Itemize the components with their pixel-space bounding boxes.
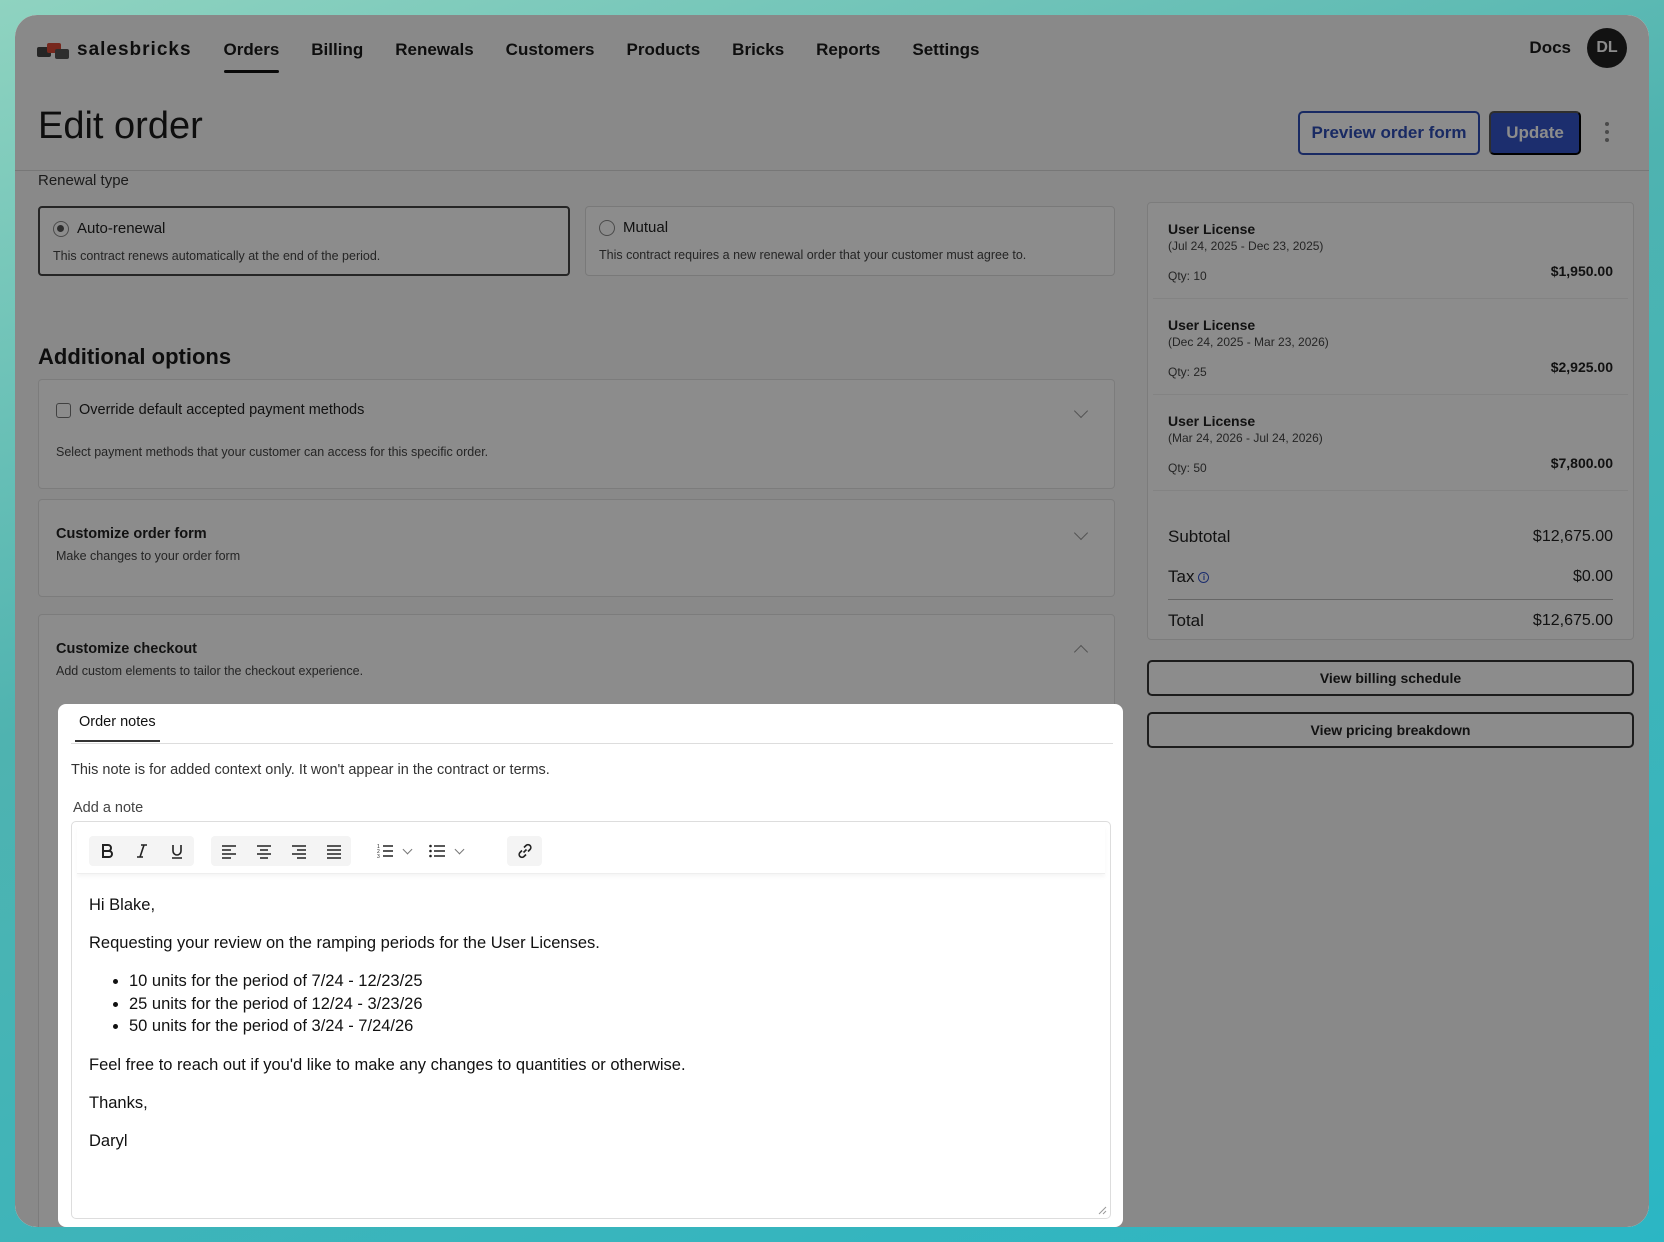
ordered-list-icon[interactable]: 123	[367, 836, 402, 866]
align-right-icon[interactable]	[281, 836, 316, 866]
note-content[interactable]: Hi Blake, Requesting your review on the …	[89, 894, 1090, 1168]
rich-text-editor[interactable]: 123 Hi Blake, Requesting your review on …	[71, 821, 1111, 1219]
tab-order-notes[interactable]: Order notes	[75, 714, 160, 742]
list-item: 10 units for the period of 7/24 - 12/23/…	[129, 970, 1090, 993]
italic-icon[interactable]	[124, 836, 159, 866]
align-justify-icon[interactable]	[316, 836, 351, 866]
align-group	[211, 836, 351, 866]
note-request: Requesting your review on the ramping pe…	[89, 934, 600, 952]
bullet-list-dropdown[interactable]	[419, 836, 465, 866]
add-note-label: Add a note	[73, 800, 144, 816]
chevron-down-icon[interactable]	[402, 844, 413, 854]
resize-handle-icon[interactable]	[1098, 1206, 1107, 1215]
app-window: salesbricks Orders Billing Renewals Cust…	[15, 15, 1649, 1227]
list-item: 25 units for the period of 12/24 - 3/23/…	[129, 993, 1090, 1016]
bold-icon[interactable]	[89, 836, 124, 866]
note-greeting: Hi Blake,	[89, 896, 156, 914]
svg-text:3: 3	[377, 854, 380, 860]
editor-toolbar: 123	[77, 826, 1105, 874]
tab-divider	[71, 743, 1113, 744]
note-followup: Feel free to reach out if you'd like to …	[89, 1055, 686, 1074]
app-background: salesbricks Orders Billing Renewals Cust…	[15, 15, 1649, 1227]
list-item: 50 units for the period of 3/24 - 7/24/2…	[129, 1015, 1090, 1038]
note-bullet-list: 10 units for the period of 7/24 - 12/23/…	[129, 970, 1090, 1038]
note-signature: Daryl	[89, 1131, 128, 1150]
note-thanks: Thanks,	[89, 1093, 148, 1112]
notes-info-text: This note is for added context only. It …	[71, 762, 550, 778]
bullet-list-icon[interactable]	[419, 836, 454, 866]
ordered-list-dropdown[interactable]: 123	[367, 836, 413, 866]
chevron-down-icon[interactable]	[454, 844, 465, 854]
align-center-icon[interactable]	[246, 836, 281, 866]
link-group	[507, 836, 542, 866]
format-group	[89, 836, 194, 866]
align-left-icon[interactable]	[211, 836, 246, 866]
order-notes-panel: Order notes This note is for added conte…	[58, 704, 1123, 1227]
underline-icon[interactable]	[159, 836, 194, 866]
link-icon[interactable]	[507, 836, 542, 866]
